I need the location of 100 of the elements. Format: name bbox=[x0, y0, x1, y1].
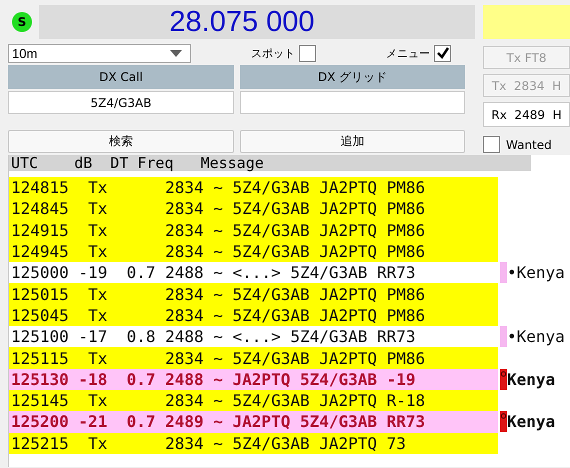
db-cell-text: Tx bbox=[87, 348, 108, 368]
dt-cell-text: 0.7 bbox=[126, 370, 156, 389]
message-row[interactable]: 124845 Tx 2834 ~ 5Z4/G3AB JA2PTQ PM86 bbox=[9, 198, 498, 220]
column-header: Message bbox=[200, 155, 264, 171]
db-cell-text: Tx bbox=[87, 284, 108, 304]
utc-cell: 125100 bbox=[11, 327, 69, 346]
message-cell-text: 5Z4/G3AB JA2PTQ 73 bbox=[232, 434, 406, 453]
message-cell-text: JA2PTQ 5Z4/G3AB RR73 bbox=[232, 412, 426, 432]
message-row[interactable]: 125200 -21 0.7 2489 ~ JA2PTQ 5Z4/G3AB RR73 bbox=[9, 411, 498, 433]
utc-cell: 124845 bbox=[11, 199, 69, 218]
message-cell-text: 5Z4/G3AB JA2PTQ PM86 bbox=[232, 306, 426, 325]
utc-cell: 125200 bbox=[11, 412, 69, 432]
db-cell-text: Tx bbox=[87, 434, 108, 453]
message-cell-text: 5Z4/G3AB JA2PTQ PM86 bbox=[232, 348, 426, 368]
utc-cell: 125145 bbox=[11, 391, 69, 410]
freq-cell-text: 2834 bbox=[164, 391, 204, 410]
db-cell-text: Tx bbox=[87, 242, 108, 262]
db-cell-text: -18 bbox=[77, 370, 108, 389]
freq-cell-text: 2834 bbox=[164, 434, 204, 453]
message-cell-text: <...> 5Z4/G3AB RR73 bbox=[232, 263, 416, 282]
message-row[interactable]: 124815 Tx 2834 ~ 5Z4/G3AB JA2PTQ PM86 bbox=[9, 177, 498, 198]
rx-frequency-field[interactable]: Rx 2489 H bbox=[483, 102, 570, 127]
dx-call-header[interactable]: DX Call bbox=[8, 65, 234, 89]
db-cell-text: Tx bbox=[87, 306, 108, 325]
separator-cell-text: ~ bbox=[212, 412, 223, 432]
db-cell-text: -17 bbox=[77, 327, 108, 346]
separator-cell-text: ~ bbox=[212, 391, 223, 410]
message-row[interactable]: 125130 -18 0.7 2488 ~ JA2PTQ 5Z4/G3AB -19 bbox=[9, 368, 498, 390]
separator-cell-text: ~ bbox=[212, 242, 223, 262]
message-cell-text: 5Z4/G3AB JA2PTQ PM86 bbox=[232, 178, 426, 198]
separator-cell-text: ~ bbox=[212, 178, 223, 198]
dx-call-field[interactable]: 5Z4/G3AB bbox=[8, 91, 234, 114]
freq-cell-text: 2834 bbox=[164, 178, 204, 198]
message-row[interactable]: 125045 Tx 2834 ~ 5Z4/G3AB JA2PTQ PM86 bbox=[9, 304, 498, 326]
spot-label: スポット bbox=[251, 46, 295, 60]
separator-cell-text: ~ bbox=[212, 348, 223, 368]
freq-cell-text: 2488 bbox=[164, 370, 204, 389]
message-row[interactable]: 125215 Tx 2834 ~ 5Z4/G3AB JA2PTQ 73 bbox=[9, 432, 498, 454]
freq-cell-text: 2488 bbox=[164, 263, 204, 282]
utc-cell: 125045 bbox=[11, 306, 69, 325]
freq-cell-text: 2834 bbox=[164, 242, 204, 262]
message-row[interactable]: 125015 Tx 2834 ~ 5Z4/G3AB JA2PTQ PM86 bbox=[9, 283, 498, 305]
message-cell-text: 5Z4/G3AB JA2PTQ R-18 bbox=[232, 391, 426, 410]
db-cell-text: Tx bbox=[87, 178, 108, 198]
message-cell-text: 5Z4/G3AB JA2PTQ PM86 bbox=[232, 242, 426, 262]
utc-cell: 125130 bbox=[11, 370, 69, 389]
freq-cell-text: 2834 bbox=[164, 306, 204, 325]
db-cell-text: Tx bbox=[87, 220, 108, 240]
separator-cell-text: ~ bbox=[212, 327, 223, 346]
db-cell-text: Tx bbox=[87, 199, 108, 218]
status-indicator: S bbox=[12, 12, 32, 32]
dt-cell-text: 0.7 bbox=[126, 412, 156, 432]
menu-label: メニュー bbox=[386, 46, 430, 60]
country-cell: Kenya bbox=[507, 370, 556, 389]
db-cell-text: -19 bbox=[77, 263, 108, 282]
separator-cell-text: ~ bbox=[212, 370, 223, 389]
dt-cell-text: 0.7 bbox=[126, 263, 156, 282]
separator-cell-text: ~ bbox=[212, 263, 223, 282]
utc-cell: 124945 bbox=[11, 242, 69, 262]
message-row[interactable]: 124915 Tx 2834 ~ 5Z4/G3AB JA2PTQ PM86 bbox=[9, 220, 498, 241]
message-cell-text: JA2PTQ 5Z4/G3AB -19 bbox=[232, 370, 416, 389]
utc-cell: 124915 bbox=[11, 220, 69, 240]
message-row[interactable]: 125115 Tx 2834 ~ 5Z4/G3AB JA2PTQ PM86 bbox=[9, 347, 498, 369]
message-row[interactable]: 124945 Tx 2834 ~ 5Z4/G3AB JA2PTQ PM86 bbox=[9, 240, 498, 262]
freq-cell-text: 2489 bbox=[164, 412, 204, 432]
db-cell-text: Tx bbox=[87, 391, 108, 410]
country-cell: •Kenya bbox=[507, 327, 565, 346]
freq-cell-text: 2834 bbox=[164, 284, 204, 304]
add-button[interactable]: 追加 bbox=[240, 130, 465, 153]
separator-cell-text: ~ bbox=[212, 434, 223, 453]
freq-cell-text: 2834 bbox=[164, 220, 204, 240]
column-header: DT bbox=[109, 155, 128, 171]
utc-cell: 125000 bbox=[11, 263, 69, 282]
message-row[interactable]: 125145 Tx 2834 ~ 5Z4/G3AB JA2PTQ R-18 bbox=[9, 390, 498, 412]
utc-cell: 125215 bbox=[11, 434, 69, 453]
wanted-label: Wanted bbox=[506, 138, 552, 152]
freq-cell-text: 2834 bbox=[164, 348, 204, 368]
message-cell-text: 5Z4/G3AB JA2PTQ PM86 bbox=[232, 199, 426, 218]
utc-cell: 124815 bbox=[11, 178, 69, 198]
separator-cell-text: ~ bbox=[212, 284, 223, 304]
separator-cell-text: ~ bbox=[212, 199, 223, 218]
column-header: Freq bbox=[137, 155, 174, 171]
utc-cell: 125015 bbox=[11, 284, 69, 304]
freq-cell-text: 2834 bbox=[164, 199, 204, 218]
db-cell-text: -21 bbox=[77, 412, 108, 432]
band-dropdown[interactable]: 10m bbox=[8, 44, 191, 62]
message-cell-text: 5Z4/G3AB JA2PTQ PM86 bbox=[232, 220, 426, 240]
message-cell-text: <...> 5Z4/G3AB RR73 bbox=[232, 327, 416, 346]
country-cell: Kenya bbox=[507, 412, 556, 432]
freq-cell-text: 2488 bbox=[164, 327, 204, 346]
utc-cell: 125115 bbox=[11, 348, 69, 368]
lookup-button[interactable]: 検索 bbox=[8, 130, 234, 153]
dx-grid-header[interactable]: DX グリッド bbox=[240, 65, 465, 89]
separator-cell-text: ~ bbox=[212, 306, 223, 325]
column-header: UTC bbox=[11, 155, 40, 171]
column-header: dB bbox=[73, 155, 92, 171]
message-cell-text: 5Z4/G3AB JA2PTQ PM86 bbox=[232, 284, 426, 304]
country-cell: •Kenya bbox=[507, 263, 565, 282]
separator-cell-text: ~ bbox=[212, 220, 223, 240]
frequency-display: 28.075 000 bbox=[39, 5, 475, 39]
